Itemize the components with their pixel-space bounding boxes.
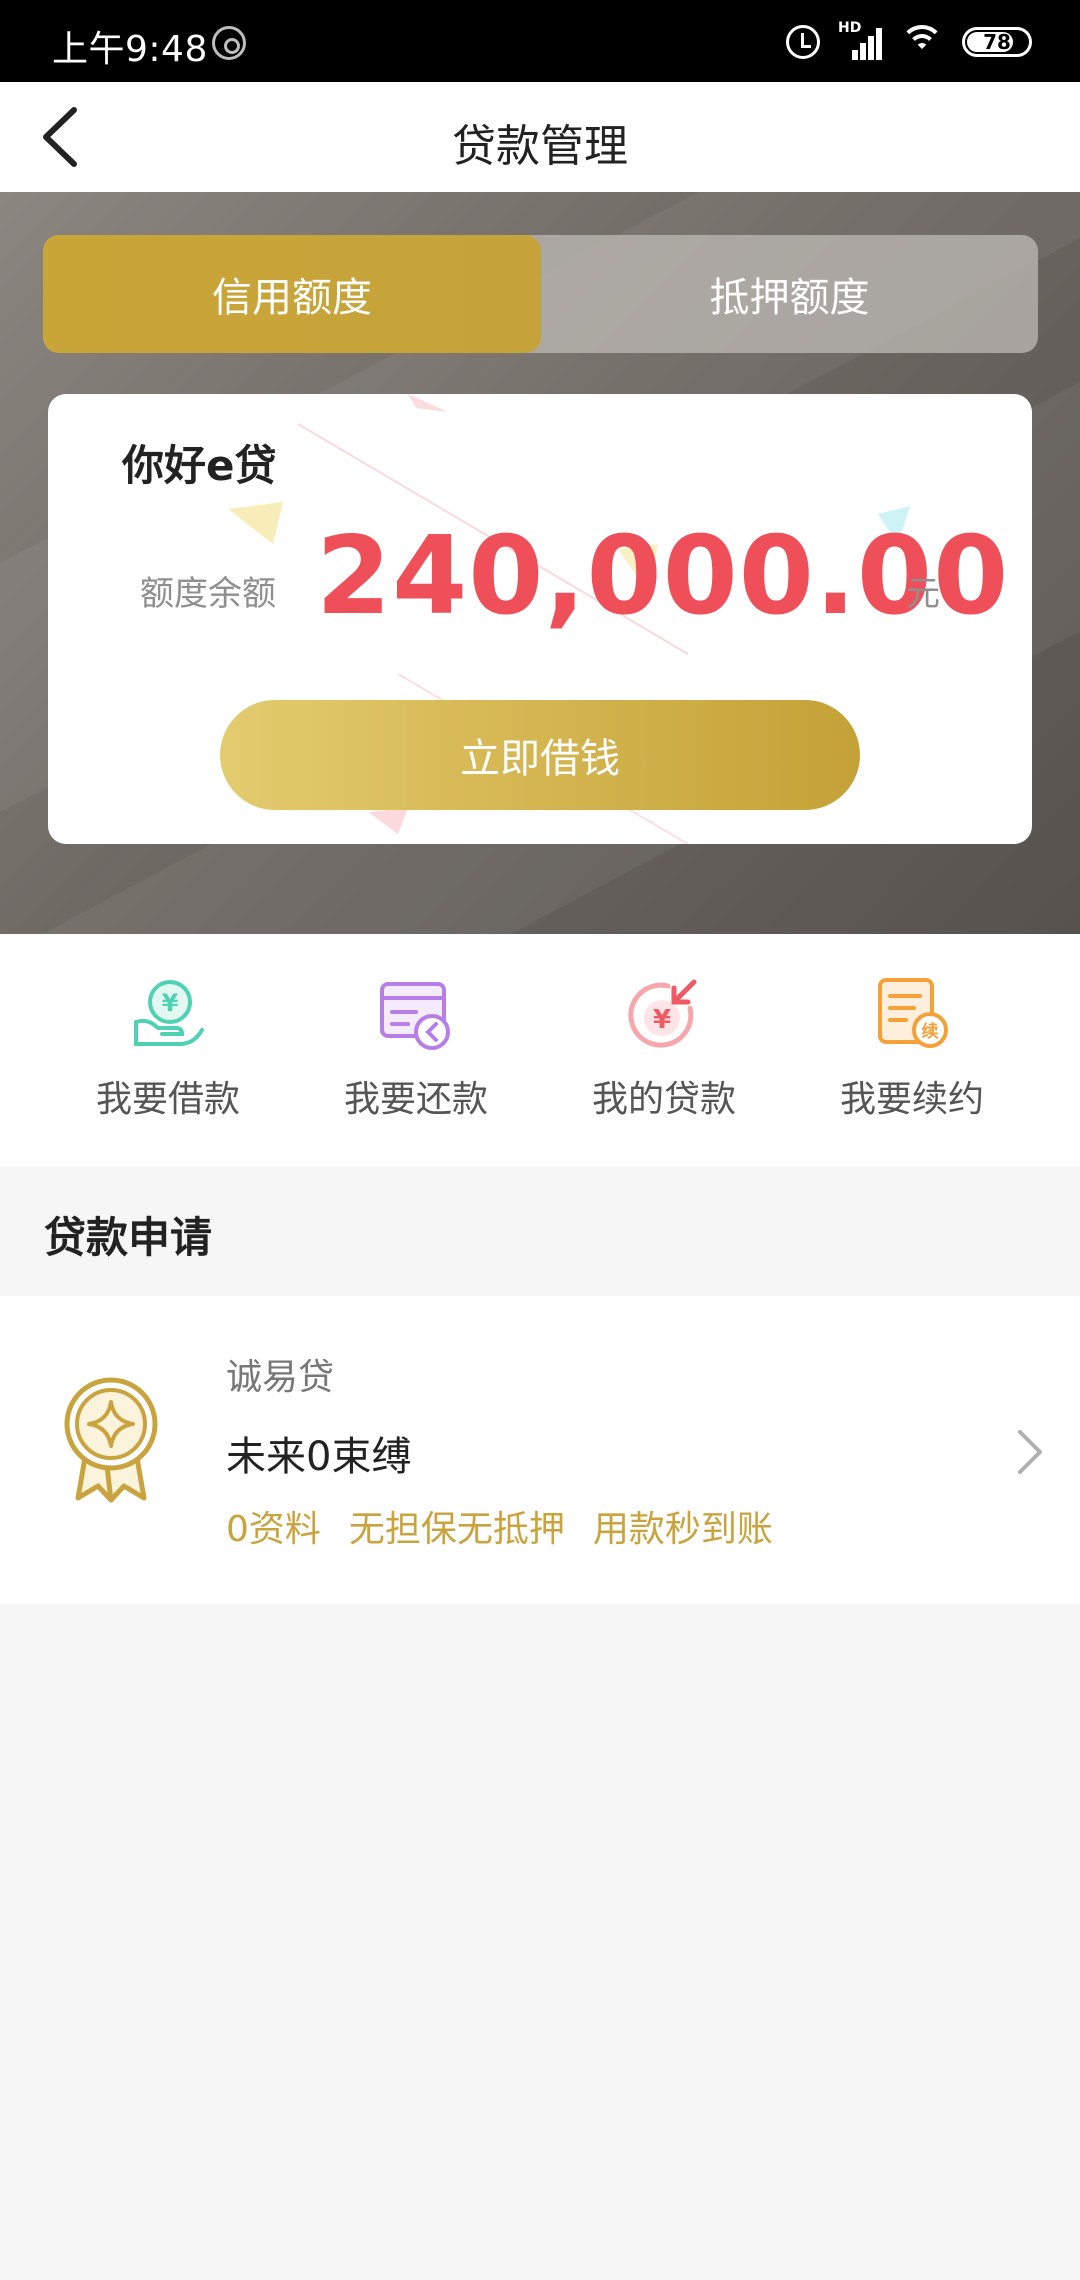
hotspot-icon	[212, 26, 246, 60]
action-renew[interactable]: 续 我要续约	[792, 974, 1032, 1144]
product-name: 诚易贷	[226, 1357, 335, 1398]
product-tag: 无担保无抵押	[348, 1509, 565, 1550]
action-label: 我要还款	[343, 1079, 488, 1120]
battery-icon: 78	[962, 27, 1032, 57]
credit-card: 你好e贷 额度余额 240,000.00 元 立即借钱	[48, 394, 1032, 844]
tab-mortgage-limit[interactable]: 抵押额度	[541, 235, 1038, 353]
product-tag: 0资料	[226, 1509, 321, 1550]
action-label: 我要续约	[839, 1079, 984, 1120]
borrow-now-button[interactable]: 立即借钱	[220, 700, 860, 810]
status-time: 上午9:48	[52, 29, 208, 70]
product-tag: 用款秒到账	[592, 1509, 773, 1550]
svg-text:续: 续	[922, 1021, 939, 1042]
action-label: 我的贷款	[591, 1079, 736, 1120]
wifi-icon	[900, 25, 944, 59]
alarm-icon	[786, 25, 820, 59]
status-icons: HD 78	[786, 20, 1032, 62]
loan-section-header: 贷款申请	[0, 1166, 1080, 1296]
status-bar: 上午9:48 HD 78	[0, 0, 1080, 82]
product-tags: 0资料 无担保无抵押 用款秒到账	[226, 1500, 773, 1552]
balance-label: 额度余额	[140, 574, 276, 614]
limit-tabs: 信用额度 抵押额度	[43, 235, 1038, 353]
chevron-right-icon	[1018, 1430, 1042, 1474]
network-type: HD	[838, 20, 862, 36]
document-renew-icon: 续	[878, 978, 948, 1048]
action-repay[interactable]: 我要还款	[296, 974, 536, 1144]
card-return-icon	[380, 982, 450, 1050]
medal-icon	[64, 1377, 158, 1503]
signal-icon: HD	[838, 20, 882, 60]
balance-unit: 元	[906, 574, 940, 614]
quick-actions: ¥ 我要借款 我要还款 ¥ 我的贷款 续 我要续约	[0, 934, 1080, 1166]
section-title: 贷款申请	[44, 1213, 213, 1262]
yuan-circle-arrow-icon: ¥	[628, 979, 697, 1048]
action-label: 我要借款	[95, 1079, 240, 1120]
product-slogan: 未来0束缚	[226, 1434, 412, 1480]
tab-credit-limit[interactable]: 信用额度	[43, 235, 541, 353]
product-card-title: 你好e贷	[122, 441, 277, 490]
action-my-loans[interactable]: ¥ 我的贷款	[544, 974, 784, 1144]
credit-hero: 信用额度 抵押额度 你好e贷 额度余额 240,000.00 元 立即借钱	[0, 192, 1080, 934]
page-title: 贷款管理	[452, 121, 628, 172]
svg-text:¥: ¥	[162, 989, 179, 1017]
hand-yuan-icon: ¥	[134, 980, 204, 1046]
loan-product-item[interactable]: 诚易贷 未来0束缚 0资料 无担保无抵押 用款秒到账	[0, 1296, 1080, 1604]
nav-bar: 贷款管理	[0, 82, 1080, 192]
battery-level: 78	[983, 30, 1011, 54]
action-borrow[interactable]: ¥ 我要借款	[48, 974, 288, 1144]
svg-text:¥: ¥	[653, 1005, 671, 1035]
